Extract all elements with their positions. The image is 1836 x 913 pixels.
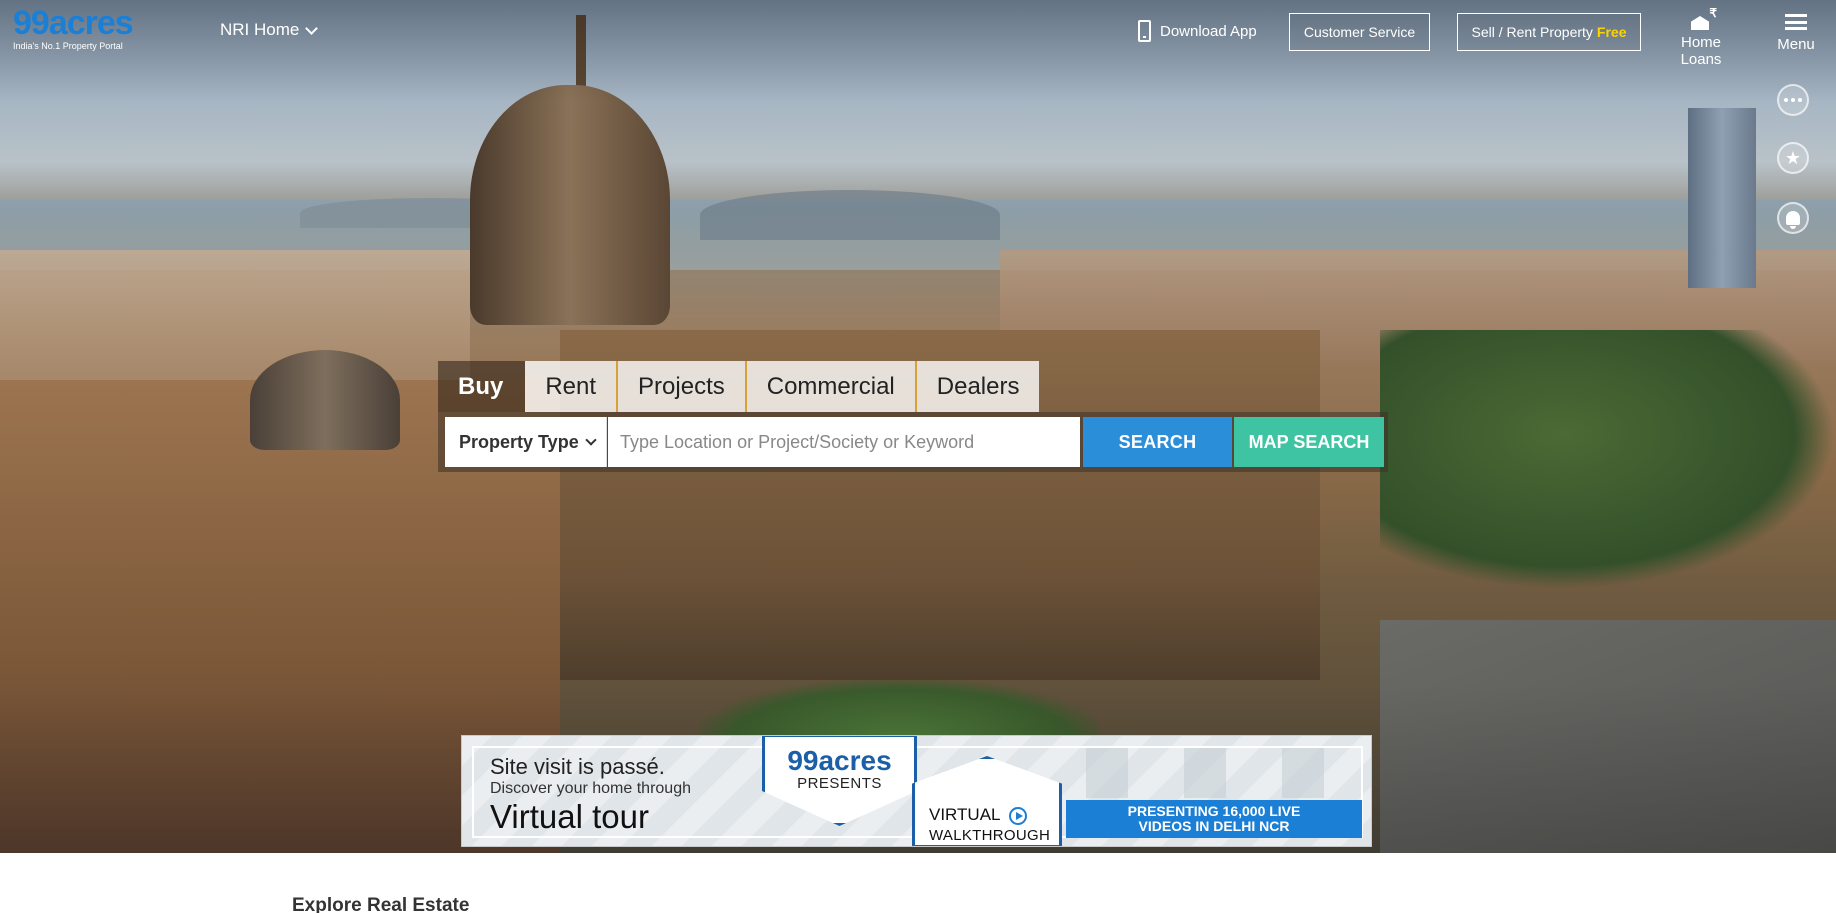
property-type-dropdown[interactable]: Property Type	[445, 417, 607, 467]
map-search-button[interactable]: MAP SEARCH	[1234, 417, 1384, 467]
notifications-button[interactable]	[1777, 202, 1809, 234]
property-type-label: Property Type	[459, 431, 579, 452]
chevron-down-icon	[305, 21, 319, 35]
bell-icon	[1786, 211, 1800, 229]
home-loan-icon	[1689, 6, 1717, 30]
explore-section-title: Explore Real Estate	[292, 895, 470, 913]
tab-rent[interactable]: Rent	[525, 361, 619, 412]
shortlist-button[interactable]: ★	[1777, 142, 1809, 174]
banner-virtual-tour: Virtual tour	[490, 798, 649, 835]
menu-label: Menu	[1777, 36, 1815, 53]
banner-headline: Site visit is passé.	[490, 754, 665, 779]
banner-virtual: VIRTUAL	[929, 805, 1001, 824]
download-app-link[interactable]: Download App	[1138, 20, 1257, 42]
tab-dealers[interactable]: Dealers	[916, 361, 1040, 412]
more-icon	[1784, 98, 1802, 102]
location-search-input[interactable]	[608, 417, 1080, 467]
sell-rent-property-button[interactable]: Sell / Rent Property Free	[1457, 13, 1641, 51]
hamburger-icon	[1785, 14, 1807, 30]
phone-icon	[1138, 20, 1151, 42]
logo-text: 99acres	[13, 4, 134, 42]
free-badge: Free	[1596, 24, 1627, 40]
search-button[interactable]: SEARCH	[1083, 417, 1232, 467]
nri-home-dropdown[interactable]: NRI Home	[220, 20, 319, 40]
home-loans-label: Home Loans	[1680, 34, 1722, 68]
banner-subline: Discover your home through	[490, 780, 691, 797]
logo-tagline: India's No.1 Property Portal	[13, 41, 123, 51]
home-loans-link[interactable]: Home Loans	[1660, 6, 1742, 68]
banner-brand: 99acres	[787, 745, 892, 776]
banner-promo-line2: VIDEOS IN DELHI NCR	[1138, 818, 1290, 834]
customer-service-label: Customer Service	[1303, 24, 1416, 40]
tab-commercial[interactable]: Commercial	[746, 361, 917, 412]
chevron-down-icon	[585, 434, 597, 446]
more-options-button[interactable]	[1777, 84, 1809, 116]
site-logo[interactable]: 99acres India's No.1 Property Portal	[13, 4, 134, 51]
banner-presents: PRESENTS	[797, 775, 882, 792]
star-icon: ★	[1784, 147, 1802, 168]
virtual-tour-banner[interactable]: Site visit is passé. Discover your home …	[461, 735, 1372, 847]
tab-buy[interactable]: Buy	[438, 361, 526, 412]
search-tabs: Buy Rent Projects Commercial Dealers	[438, 361, 1040, 412]
play-icon	[1009, 807, 1027, 825]
download-app-label: Download App	[1160, 22, 1257, 40]
menu-button[interactable]: Menu	[1775, 12, 1817, 53]
banner-promo: PRESENTING 16,000 LIVE VIDEOS IN DELHI N…	[1066, 800, 1362, 838]
tab-projects[interactable]: Projects	[618, 361, 747, 412]
banner-promo-line1: PRESENTING 16,000 LIVE	[1127, 803, 1301, 819]
customer-service-button[interactable]: Customer Service	[1289, 13, 1430, 51]
search-bar: Property Type SEARCH MAP SEARCH	[438, 412, 1388, 472]
banner-walkthrough: WALKTHROUGH	[929, 827, 1051, 844]
nri-home-label: NRI Home	[220, 20, 300, 39]
sell-rent-label: Sell / Rent Property	[1471, 24, 1593, 40]
